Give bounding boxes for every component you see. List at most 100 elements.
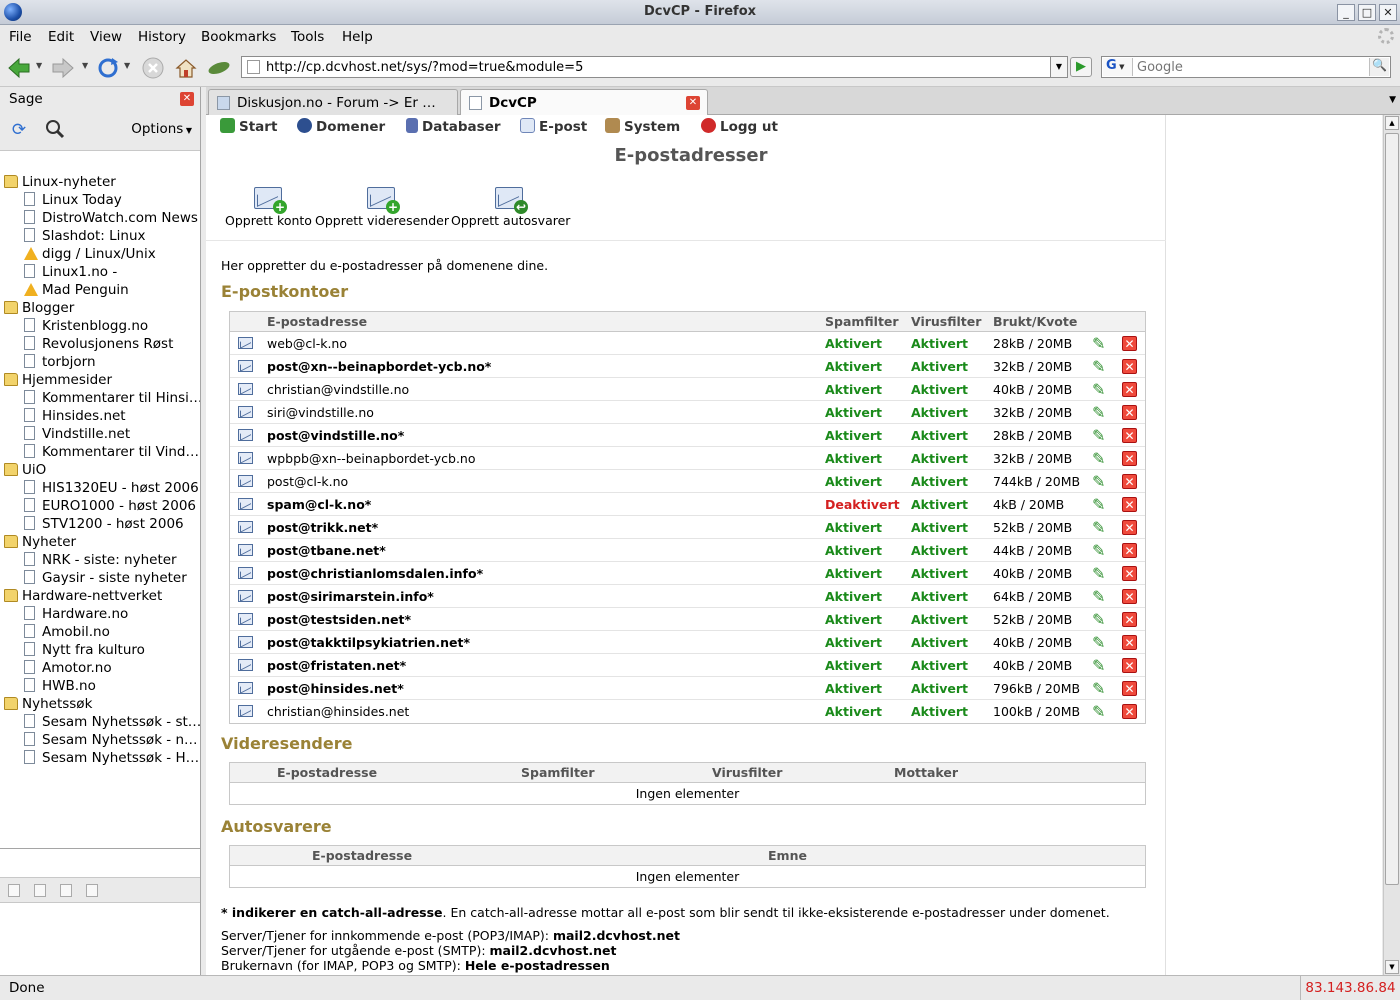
delete-icon[interactable]: ✕: [1122, 681, 1137, 696]
back-history-dropdown[interactable]: ▼: [36, 61, 42, 70]
feed-item[interactable]: Linux1.no -: [0, 263, 200, 281]
feed-item[interactable]: Kristenblogg.no: [0, 317, 200, 335]
menu-history[interactable]: History: [138, 29, 186, 45]
edit-pencil-icon[interactable]: ✎: [1092, 403, 1105, 422]
feed-folder[interactable]: Linux-nyheter: [0, 173, 200, 191]
feed-item[interactable]: Amobil.no: [0, 623, 200, 641]
home-button[interactable]: [173, 55, 199, 81]
feed-folder[interactable]: Nyhetssøk: [0, 695, 200, 713]
edit-pencil-icon[interactable]: ✎: [1092, 541, 1105, 560]
forward-history-dropdown[interactable]: ▼: [82, 61, 88, 70]
feed-item[interactable]: DistroWatch.com News: [0, 209, 200, 227]
minimize-button[interactable]: _: [1337, 4, 1355, 21]
feed-folder[interactable]: UiO: [0, 461, 200, 479]
delete-icon[interactable]: ✕: [1122, 612, 1137, 627]
menu-file[interactable]: File: [9, 29, 32, 45]
delete-icon[interactable]: ✕: [1122, 566, 1137, 581]
edit-pencil-icon[interactable]: ✎: [1092, 334, 1105, 353]
feed-item[interactable]: Kommentarer til Hinsi…: [0, 389, 200, 407]
columns-icon[interactable]: [86, 884, 98, 897]
feed-item[interactable]: EURO1000 - høst 2006: [0, 497, 200, 515]
delete-icon[interactable]: ✕: [1122, 359, 1137, 374]
nav-start[interactable]: Start: [220, 118, 277, 135]
feed-folder[interactable]: Hardware-nettverket: [0, 587, 200, 605]
feed-item[interactable]: Hardware.no: [0, 605, 200, 623]
delete-icon[interactable]: ✕: [1122, 382, 1137, 397]
delete-icon[interactable]: ✕: [1122, 520, 1137, 535]
menu-help[interactable]: Help: [342, 29, 373, 45]
feed-item[interactable]: Sesam Nyhetssøk - H…: [0, 749, 200, 767]
edit-pencil-icon[interactable]: ✎: [1092, 357, 1105, 376]
search-engine-selector[interactable]: G ▼: [1103, 58, 1133, 76]
nav-logout[interactable]: Logg ut: [701, 118, 778, 135]
delete-icon[interactable]: ✕: [1122, 474, 1137, 489]
sidebar-options-menu[interactable]: Options ▼: [131, 121, 192, 137]
menu-bookmarks[interactable]: Bookmarks: [201, 29, 276, 45]
feed-item[interactable]: Slashdot: Linux: [0, 227, 200, 245]
menu-view[interactable]: View: [90, 29, 122, 45]
feed-item[interactable]: NRK - siste: nyheter: [0, 551, 200, 569]
menu-edit[interactable]: Edit: [48, 29, 74, 45]
search-button[interactable]: 🔍: [1369, 58, 1389, 76]
edit-pencil-icon[interactable]: ✎: [1092, 633, 1105, 652]
scroll-down-button[interactable]: ▼: [1385, 960, 1399, 974]
edit-pencil-icon[interactable]: ✎: [1092, 587, 1105, 606]
edit-pencil-icon[interactable]: ✎: [1092, 426, 1105, 445]
feed-item[interactable]: Sesam Nyhetssøk - n…: [0, 731, 200, 749]
tab-dcvcp[interactable]: DcvCP ✕: [460, 89, 708, 116]
edit-pencil-icon[interactable]: ✎: [1092, 472, 1105, 491]
edit-pencil-icon[interactable]: ✎: [1092, 679, 1105, 698]
feed-folder[interactable]: Hjemmesider: [0, 371, 200, 389]
create-autoresponder-button[interactable]: ↩ Opprett autosvarer: [451, 181, 570, 228]
nav-system[interactable]: System: [605, 118, 680, 135]
delete-icon[interactable]: ✕: [1122, 589, 1137, 604]
feed-item[interactable]: Kommentarer til Vind…: [0, 443, 200, 461]
delete-icon[interactable]: ✕: [1122, 635, 1137, 650]
feed-item[interactable]: Mad Penguin: [0, 281, 200, 299]
edit-pencil-icon[interactable]: ✎: [1092, 495, 1105, 514]
feed-item[interactable]: Gaysir - siste nyheter: [0, 569, 200, 587]
create-forwarder-button[interactable]: + Opprett videresender: [315, 181, 449, 228]
tab-diskusjon[interactable]: Diskusjon.no - Forum -> Er …: [208, 89, 458, 115]
edit-pencil-icon[interactable]: ✎: [1092, 518, 1105, 537]
feed-item[interactable]: Revolusjonens Røst: [0, 335, 200, 353]
sidebar-close-button[interactable]: ✕: [180, 92, 194, 106]
forward-button[interactable]: [50, 55, 76, 81]
feed-item[interactable]: torbjorn: [0, 353, 200, 371]
reload-button[interactable]: [95, 55, 121, 81]
edit-pencil-icon[interactable]: ✎: [1092, 380, 1105, 399]
back-button[interactable]: [6, 55, 32, 81]
discover-feeds-button[interactable]: [44, 119, 66, 141]
scroll-up-button[interactable]: ▲: [1385, 116, 1399, 130]
nav-domener[interactable]: Domener: [297, 118, 385, 135]
feed-item[interactable]: Sesam Nyhetssøk - st…: [0, 713, 200, 731]
feed-item[interactable]: Amotor.no: [0, 659, 200, 677]
feed-item[interactable]: digg / Linux/Unix: [0, 245, 200, 263]
nav-epost[interactable]: E-post: [520, 118, 587, 135]
url-input[interactable]: [266, 58, 1036, 76]
menu-tools[interactable]: Tools: [291, 29, 324, 45]
tab-list-dropdown[interactable]: ▼: [1389, 95, 1396, 105]
vertical-scrollbar[interactable]: ▲ ▼: [1383, 115, 1400, 975]
go-button[interactable]: ▶: [1070, 57, 1092, 77]
delete-icon[interactable]: ✕: [1122, 497, 1137, 512]
close-window-button[interactable]: ✕: [1379, 4, 1397, 21]
edit-pencil-icon[interactable]: ✎: [1092, 564, 1105, 583]
scrollbar-thumb[interactable]: [1385, 133, 1399, 885]
delete-icon[interactable]: ✕: [1122, 405, 1137, 420]
reload-dropdown[interactable]: ▼: [124, 61, 130, 70]
tab-close-button[interactable]: ✕: [686, 96, 700, 110]
feed-folder[interactable]: Nyheter: [0, 533, 200, 551]
delete-icon[interactable]: ✕: [1122, 428, 1137, 443]
edit-pencil-icon[interactable]: ✎: [1092, 702, 1105, 721]
sage-button[interactable]: [206, 55, 232, 81]
feed-folder[interactable]: Blogger: [0, 299, 200, 317]
feed-item[interactable]: Vindstille.net: [0, 425, 200, 443]
feed-item[interactable]: Nytt fra kulturo: [0, 641, 200, 659]
stop-button[interactable]: [140, 55, 166, 81]
feed-item[interactable]: STV1200 - høst 2006: [0, 515, 200, 533]
feed-item[interactable]: Hinsides.net: [0, 407, 200, 425]
page-icon[interactable]: [34, 884, 46, 897]
feed-item[interactable]: HIS1320EU - høst 2006: [0, 479, 200, 497]
feed-item[interactable]: HWB.no: [0, 677, 200, 695]
